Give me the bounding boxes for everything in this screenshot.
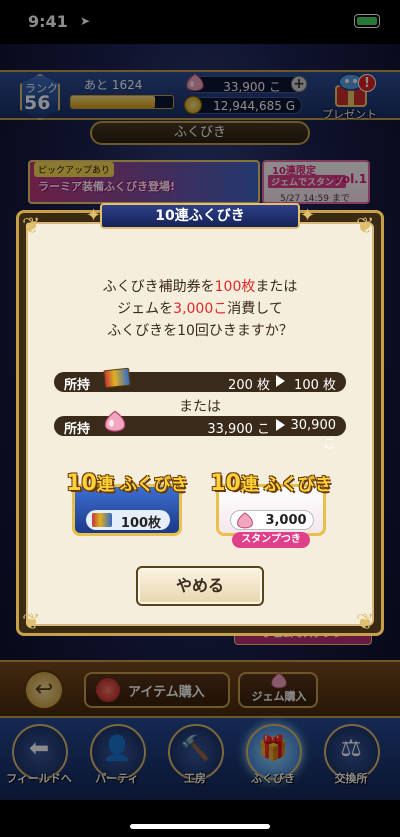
stamp-ribbon: スタンプつき [232,532,310,548]
holdings-label: 所持 [64,378,91,393]
draw-button-title: 10連 ふくびき [66,471,188,496]
arrow-right-icon [276,375,285,387]
home-area [0,800,400,837]
holdings-label: 所持 [64,422,91,437]
ticket-cost: 100枚 [120,516,162,531]
draw-button-title: 10連 ふくびき [210,471,332,496]
cost-pill: 100枚 [86,510,170,531]
title-ornament-icon: ✦ [300,205,316,226]
dialog-message-line-2: ジェムを3,000こ消費して [117,301,283,317]
or-text: または [179,399,221,415]
dialog-title: 10連ふくびき [100,203,300,229]
corner-ornament-icon: ❦ [356,610,375,635]
cost-pill: 3,000こ [230,510,314,547]
corner-ornament-icon: ❦ [356,214,375,239]
lottery-ticket-icon [92,513,112,527]
gem-icon [237,512,253,529]
dialog-message-line-3: ふくびきを10回ひきますか？ [107,323,293,339]
corner-ornament-icon: ❦ [22,610,41,635]
arrow-right-icon [276,419,285,431]
home-indicator[interactable] [130,824,270,829]
ticket-current-value: 200 枚 [228,378,270,393]
gem-icon [104,410,126,432]
cancel-button[interactable]: やめる [136,566,264,606]
gem-holdings-row: 所持 33,900 こ 30,900 こ [54,410,346,452]
gem-current-value: 33,900 こ [207,422,270,437]
dialog-message-line-1: ふくびき補助券を100枚または [102,279,298,295]
lottery-ticket-icon [103,367,131,389]
gem-after-value: 30,900 こ [290,418,337,452]
corner-ornament-icon: ❦ [22,214,41,239]
ticket-after-value: 100 枚 [294,378,336,393]
title-ornament-icon: ✦ [86,205,102,226]
draw-10-ticket-button[interactable]: 10連 ふくびき 100枚 [66,466,188,542]
ticket-holdings-row: 所持 200 枚 100 枚 [54,367,346,393]
draw-10-gem-button[interactable]: 10連 ふくびき 3,000こ スタンプつき [210,466,332,548]
